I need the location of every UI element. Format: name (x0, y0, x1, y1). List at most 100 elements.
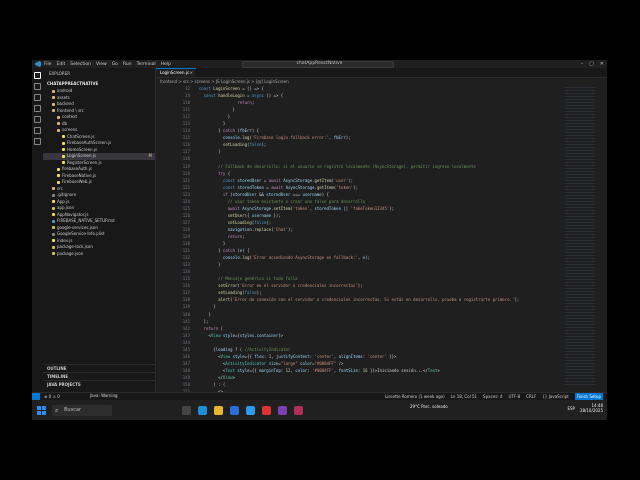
line-ending[interactable]: CRLF (526, 393, 536, 400)
code-text: <View style={styles.container}> (208, 332, 284, 338)
tree-item-label: LoginScreen.js (67, 153, 97, 158)
code-line[interactable]: 148 <Text style={{ marginTop: 12, color:… (156, 367, 607, 374)
source-control-icon[interactable] (34, 94, 41, 101)
maximize-icon[interactable]: ▢ (589, 61, 594, 67)
code-line[interactable]: 149 </View> (156, 374, 607, 381)
menu-selection[interactable]: Selection (70, 62, 91, 67)
task-view-icon[interactable] (182, 405, 191, 415)
code-line[interactable]: 121 const storedUser = await AsyncStorag… (156, 177, 607, 184)
taskbar-search[interactable]: Buscar (52, 404, 112, 416)
menu-run[interactable]: Run (123, 62, 132, 67)
code-line[interactable]: 127 setLoading(false); (156, 219, 607, 226)
code-line[interactable]: 146 <View style={{ flex: 1, justifyConte… (156, 353, 607, 360)
code-line[interactable]: 141 }; (156, 318, 607, 325)
java-projects-panel[interactable]: JAVA PROJECTS (43, 380, 155, 388)
code-line[interactable]: 113 } (156, 120, 607, 127)
code-line[interactable]: 119 // Fallback de desarrollo: si el usu… (156, 163, 607, 170)
code-line[interactable]: 122 const storedToken = await AsyncStora… (156, 184, 607, 191)
code-editor[interactable]: 12 const LoginScreen = () => {14 const h… (156, 85, 607, 420)
code-line[interactable]: 138 alert('Error de conexión con el serv… (156, 296, 607, 303)
explorer-icon[interactable] (34, 72, 41, 79)
line-number: 140 (182, 311, 190, 317)
code-line[interactable]: 147 <ActivityIndicator size="large" colo… (156, 360, 607, 367)
code-line[interactable]: 125 await AsyncStorage.setItem('token', … (156, 205, 607, 212)
code-line[interactable]: 129 return; (156, 233, 607, 240)
code-line[interactable]: 139 } (156, 303, 607, 310)
code-line[interactable]: 136 setError('Error en el servidor o cre… (156, 282, 607, 289)
search-icon[interactable] (34, 83, 41, 90)
indentation[interactable]: Spaces: 4 (483, 393, 502, 400)
timeline-panel[interactable]: TIMELINE (43, 372, 155, 380)
code-line[interactable]: 131 } catch (e) { (156, 247, 607, 254)
language-indicator[interactable]: ESP (567, 406, 574, 411)
run-debug-icon[interactable] (34, 105, 41, 112)
code-line[interactable]: 132 console.log('Error accediendo AsyncS… (156, 254, 607, 261)
language-mode[interactable]: {} JavaScript (542, 393, 568, 400)
code-line[interactable]: 150 ) : ( (156, 381, 607, 388)
code-line[interactable]: 135 // Mensaje genérico si todo falla (156, 275, 607, 282)
app2-icon[interactable] (294, 405, 303, 415)
code-line[interactable]: 144 (156, 339, 607, 346)
tab-loginscreen[interactable]: LoginScreen.js × (156, 68, 196, 77)
code-line[interactable]: 118 (156, 155, 607, 162)
code-line[interactable]: 143 <View style={styles.container}> (156, 332, 607, 339)
code-line[interactable]: 115 console.log('Firebase login fallback… (156, 134, 607, 141)
cursor-position[interactable]: Ln 18, Col 51 (451, 393, 477, 400)
code-line[interactable]: 126 setUser({ username }); (156, 212, 607, 219)
menu-file[interactable]: File (44, 62, 52, 67)
remote-explorer-icon[interactable] (34, 127, 41, 134)
menu-go[interactable]: Go (112, 62, 118, 67)
menu-edit[interactable]: Edit (57, 62, 66, 67)
vscode-window: File Edit Selection View Go Run Terminal… (32, 60, 607, 420)
code-line[interactable]: 111 } (156, 106, 607, 113)
code-line[interactable]: 134 (156, 268, 607, 275)
testing-icon[interactable] (34, 138, 41, 145)
menu-view[interactable]: View (96, 62, 107, 67)
menu-help[interactable]: Help (161, 62, 171, 67)
finish-setup[interactable]: Finish Setup (574, 393, 603, 400)
code-line[interactable]: 120 try { (156, 170, 607, 177)
clock[interactable]: 14:48 28/10/2025 (580, 403, 603, 413)
app-icon[interactable] (278, 405, 287, 415)
code-line[interactable]: 133 } (156, 261, 607, 268)
menu-terminal[interactable]: Terminal (137, 62, 156, 67)
minimap[interactable] (565, 85, 595, 385)
encoding[interactable]: UTF-8 (508, 393, 520, 400)
code-line[interactable]: 12 const LoginScreen = () => { (156, 85, 607, 92)
minimize-icon[interactable]: – (581, 61, 584, 67)
vscode-taskbar-icon[interactable] (246, 405, 255, 415)
code-text: const storedToken = await AsyncStorage.g… (222, 184, 358, 190)
store-icon[interactable] (230, 405, 239, 415)
windows-start-icon[interactable] (37, 405, 46, 415)
code-line[interactable]: 112 } (156, 113, 607, 120)
project-root[interactable]: CHATAPPREACTNATIVE (43, 80, 155, 88)
code-line[interactable]: 130 } (156, 240, 607, 247)
code-line[interactable]: 123 if (storedUser && storedUser === use… (156, 191, 607, 198)
code-line[interactable]: 114 } catch (fbErr) { (156, 127, 607, 134)
code-line[interactable]: 142 return ( (156, 325, 607, 332)
chrome-icon[interactable] (262, 405, 271, 415)
close-tab-icon[interactable]: × (190, 69, 193, 77)
code-line[interactable]: 116 setLoading(false); (156, 141, 607, 148)
code-line[interactable]: 124 // usar token existente o crear uno … (156, 198, 607, 205)
weather-widget[interactable]: 29°C Parc. soleado (410, 404, 448, 409)
code-line[interactable]: 128 navigation.replace('Chat'); (156, 226, 607, 233)
code-line[interactable]: 117 } (156, 148, 607, 155)
code-text: <View style={{ flex: 1, justifyContent: … (218, 353, 397, 359)
extensions-icon[interactable] (34, 116, 41, 123)
outline-panel[interactable]: OUTLINE (43, 364, 155, 372)
tree-item[interactable]: package.json (43, 251, 155, 258)
code-line[interactable]: 14 const handleLogin = async () => { (156, 92, 607, 99)
git-blame[interactable]: Lissette Romero (1 week ago) (385, 393, 445, 400)
java-warning[interactable]: Java: Warning (90, 393, 118, 398)
code-line[interactable]: 140 } (156, 311, 607, 318)
code-line[interactable]: 137 setLoading(false); (156, 289, 607, 296)
problems-indicator[interactable]: ⊗ 0 ⚠ 0 (44, 393, 60, 400)
command-center-search[interactable] (242, 61, 394, 68)
file-explorer-icon[interactable] (214, 405, 223, 415)
code-line[interactable]: 110 return; (156, 99, 607, 106)
code-line[interactable]: 145 {loading ? ( //ActivityIndicator (156, 346, 607, 353)
edge-icon[interactable] (198, 405, 207, 415)
close-icon[interactable]: ✕ (600, 61, 604, 67)
breadcrumb[interactable]: frontend > src > screens > JS LoginScree… (156, 78, 607, 85)
